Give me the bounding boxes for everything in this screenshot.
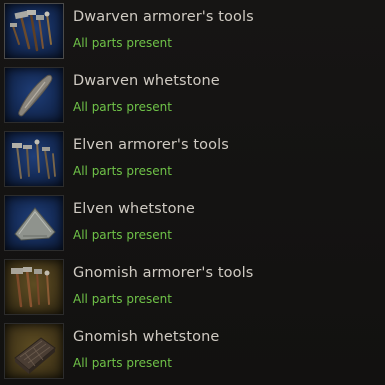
crafting-item-list: Dwarven armorer's tools All parts presen… [0, 0, 385, 385]
item-name: Gnomish armorer's tools [73, 265, 254, 281]
list-item-gnomish-armorers-tools[interactable]: Gnomish armorer's tools All parts presen… [0, 256, 385, 320]
item-slot [4, 3, 64, 59]
list-item-dwarven-armorers-tools[interactable]: Dwarven armorer's tools All parts presen… [0, 0, 385, 64]
item-name: Gnomish whetstone [73, 329, 220, 345]
list-item-gnomish-whetstone[interactable]: Gnomish whetstone All parts present [0, 320, 385, 384]
list-item-dwarven-whetstone[interactable]: Dwarven whetstone All parts present [0, 64, 385, 128]
list-item-elven-armorers-tools[interactable]: Elven armorer's tools All parts present [0, 128, 385, 192]
item-status: All parts present [73, 36, 172, 50]
item-name: Elven armorer's tools [73, 137, 229, 153]
list-item-elven-whetstone[interactable]: Elven whetstone All parts present [0, 192, 385, 256]
whetstone-icon [18, 74, 53, 117]
item-slot [4, 259, 64, 315]
tools-icon [10, 10, 52, 52]
whetstone-icon [14, 207, 56, 241]
tools-icon [12, 139, 56, 179]
item-name: Elven whetstone [73, 201, 195, 217]
item-status: All parts present [73, 100, 172, 114]
item-slot [4, 195, 64, 251]
item-slot [4, 323, 64, 379]
tools-icon [11, 267, 50, 308]
item-status: All parts present [73, 356, 172, 370]
item-status: All parts present [73, 292, 172, 306]
whetstone-icon [14, 337, 56, 374]
item-status: All parts present [73, 164, 172, 178]
item-name: Dwarven whetstone [73, 73, 220, 89]
item-slot [4, 131, 64, 187]
item-slot [4, 67, 64, 123]
item-name: Dwarven armorer's tools [73, 9, 254, 25]
item-status: All parts present [73, 228, 172, 242]
